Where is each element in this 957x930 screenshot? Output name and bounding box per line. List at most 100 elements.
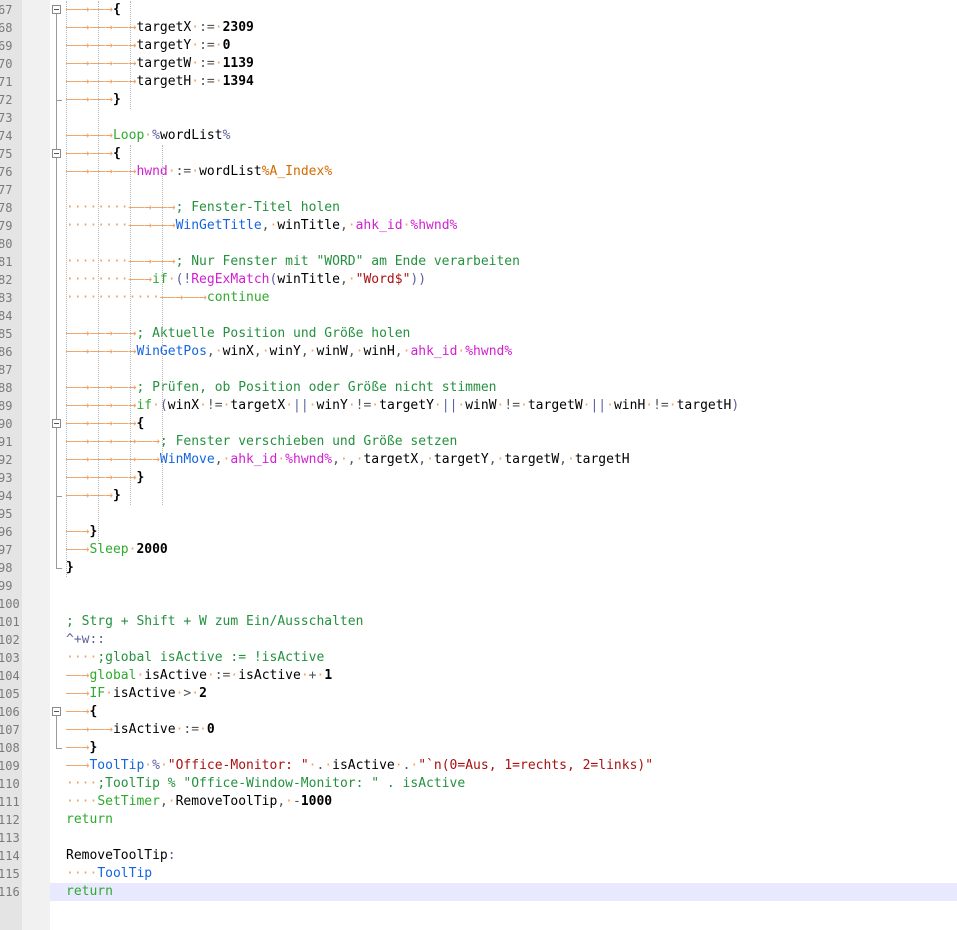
code-line[interactable]: return: [50, 811, 957, 829]
code-token: :=: [199, 74, 215, 89]
whitespace-marker: ——→: [66, 668, 90, 683]
code-line[interactable]: ——→——→——→hwnd·:=·wordList%A_Index%: [50, 163, 957, 181]
line-number: 110: [0, 777, 20, 791]
code-line[interactable]: [50, 505, 957, 523]
code-line[interactable]: ——→IF·isActive·>·2: [50, 685, 957, 703]
code-line[interactable]: ——→}: [50, 523, 957, 541]
code-line[interactable]: ········——→——→; Fenster-Titel holen: [50, 199, 957, 217]
code-line[interactable]: ——→——→Loop·%wordList%: [50, 127, 957, 145]
code-line[interactable]: ····SetTimer,·RemoveToolTip,·-1000: [50, 793, 957, 811]
code-line[interactable]: [50, 829, 957, 847]
code-line[interactable]: RemoveToolTip:: [50, 847, 957, 865]
code-text: ····ToolTip: [66, 865, 152, 883]
code-line[interactable]: ——→Sleep·2000: [50, 541, 957, 559]
code-line[interactable]: ——→——→——→}: [50, 469, 957, 487]
code-line[interactable]: ——→——→——→targetX·:=·2309: [50, 19, 957, 37]
whitespace-marker: ····: [66, 650, 98, 665]
code-line[interactable]: [50, 361, 957, 379]
code-line[interactable]: [50, 577, 957, 595]
code-line[interactable]: ; Strg + Shift + W zum Ein/Ausschalten: [50, 613, 957, 631]
code-line[interactable]: ——→ToolTip·%·"Office-Monitor: "·.·isActi…: [50, 757, 957, 775]
code-line[interactable]: ——→——→}: [50, 91, 957, 109]
code-line[interactable]: ········——→——→; Nur Fenster mit "WORD" a…: [50, 253, 957, 271]
whitespace-marker: ——→——→——→: [66, 398, 137, 413]
fold-toggle-icon[interactable]: [52, 419, 61, 428]
code-line[interactable]: [50, 181, 957, 199]
code-token: RegExMatch: [191, 272, 270, 287]
code-text: ········——→if·(!RegExMatch(winTitle,·"Wo…: [66, 271, 426, 289]
code-line[interactable]: ——→——→——→WinGetPos,·winX,·winY,·winW,·wi…: [50, 343, 957, 361]
code-token: ,: [339, 272, 348, 287]
code-line[interactable]: ——→——→——→{: [50, 415, 957, 433]
code-line[interactable]: ········——→——→WinGetTitle,·winTitle,·ahk…: [50, 217, 957, 235]
code-text: ——→——→——→targetW·:=·1139: [66, 55, 254, 73]
code-token: }: [66, 560, 74, 575]
line-number: 100: [0, 597, 20, 611]
code-token: 1: [324, 668, 333, 683]
code-line[interactable]: ——→——→——→; Aktuelle Position und Größe h…: [50, 325, 957, 343]
fold-toggle-icon[interactable]: [52, 5, 61, 14]
code-token: :=: [183, 722, 200, 737]
whitespace-marker: ·: [214, 344, 223, 359]
code-line[interactable]: [50, 595, 957, 613]
code-text: ····;ToolTip % "Office-Window-Monitor: "…: [66, 775, 465, 793]
code-token: ,: [347, 452, 356, 467]
line-number: 78: [0, 201, 13, 215]
fold-toggle-icon[interactable]: [52, 707, 61, 716]
line-number: 73: [0, 111, 13, 125]
line-number: 87: [0, 363, 13, 377]
code-line[interactable]: ——→——→——→——→WinMove,·ahk_id·%hwnd%,·,·ta…: [50, 451, 957, 469]
code-token: ahk_id: [230, 452, 278, 467]
code-token: return: [66, 884, 113, 899]
code-line[interactable]: ——→——→}: [50, 487, 957, 505]
code-line[interactable]: [50, 235, 957, 253]
whitespace-marker: ——→——→——→: [66, 74, 137, 89]
code-token: 2: [199, 686, 207, 701]
code-token: !=: [653, 398, 669, 413]
code-line[interactable]: ——→——→——→targetH·:=·1394: [50, 73, 957, 91]
line-number: 109: [0, 759, 20, 773]
code-line[interactable]: ——→——→{: [50, 145, 957, 163]
fold-end: [56, 496, 62, 497]
code-line[interactable]: ——→{: [50, 703, 957, 721]
code-line[interactable]: ——→——→——→targetW·:=·1139: [50, 55, 957, 73]
code-line[interactable]: ——→——→——→; Prüfen, ob Position oder Größ…: [50, 379, 957, 397]
code-editor[interactable]: ——→——→{——→——→——→targetX·:=·2309 ——→——→——→…: [50, 0, 957, 930]
code-token: :=: [199, 56, 215, 71]
code-token: %hwnd%: [410, 218, 458, 233]
code-line[interactable]: ——→——→——→if·(winX·!=·targetX·||·winY·!=·…: [50, 397, 957, 415]
whitespace-marker: ·: [339, 452, 348, 467]
code-line[interactable]: ——→——→isActive·:=·0: [50, 721, 957, 739]
code-token: WinGetTitle: [175, 218, 262, 233]
code-token: targetW: [504, 452, 560, 467]
whitespace-marker: ——→: [66, 524, 90, 539]
code-line[interactable]: ····ToolTip: [50, 865, 957, 883]
code-line[interactable]: ——→——→{: [50, 1, 957, 19]
code-text: ——→——→}: [66, 91, 121, 109]
whitespace-marker: ·: [105, 686, 113, 701]
code-line[interactable]: [50, 109, 957, 127]
whitespace-marker: ·: [606, 398, 614, 413]
whitespace-marker: ····: [66, 866, 98, 881]
code-line[interactable]: ——→——→——→——→; Fenster verschieben und Gr…: [50, 433, 957, 451]
code-token: isActive: [112, 722, 176, 737]
code-line[interactable]: ——→global·isActive·:=·isActive·+·1: [50, 667, 957, 685]
code-line[interactable]: ——→——→——→targetY·:=·0: [50, 37, 957, 55]
code-line[interactable]: }: [50, 559, 957, 577]
code-line[interactable]: ····;ToolTip % "Office-Window-Monitor: "…: [50, 775, 957, 793]
line-number: 68: [0, 21, 13, 35]
code-text: ——→{: [66, 703, 97, 721]
code-line[interactable]: ············——→——→continue: [50, 289, 957, 307]
code-line[interactable]: ^+w::: [50, 631, 957, 649]
code-line[interactable]: return: [50, 883, 957, 901]
code-line[interactable]: ········——→if·(!RegExMatch(winTitle,·"Wo…: [50, 271, 957, 289]
code-line[interactable]: ····;global isActive := !isActive: [50, 649, 957, 667]
code-text: }: [66, 559, 74, 577]
code-token: targetW: [527, 398, 583, 413]
code-line[interactable]: ——→}: [50, 739, 957, 757]
code-line[interactable]: [50, 307, 957, 325]
fold-toggle-icon[interactable]: [52, 149, 61, 158]
code-text: ——→——→——→hwnd·:=·wordList%A_Index%: [66, 163, 332, 181]
code-text: ——→——→——→}: [66, 469, 144, 487]
code-text: ; Strg + Shift + W zum Ein/Ausschalten: [66, 613, 363, 631]
